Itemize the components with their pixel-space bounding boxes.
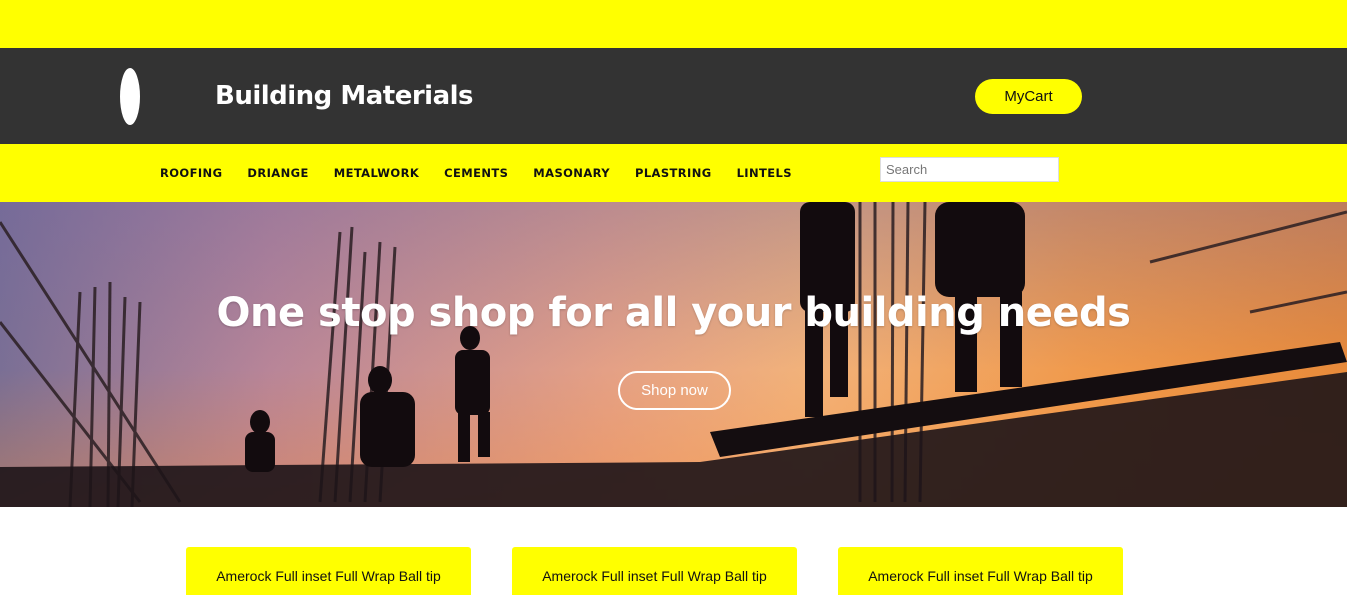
site-title[interactable]: Building Materials bbox=[215, 81, 474, 111]
shop-now-button[interactable]: Shop now bbox=[618, 371, 731, 410]
product-card[interactable]: Amerock Full inset Full Wrap Ball tip bbox=[512, 547, 797, 595]
nav-item-lintels[interactable]: LINTELS bbox=[737, 166, 792, 180]
hero-heading: One stop shop for all your building need… bbox=[216, 290, 1131, 336]
product-list: Amerock Full inset Full Wrap Ball tip Am… bbox=[0, 507, 1347, 595]
logo[interactable] bbox=[120, 68, 140, 125]
construction-silhouette-image bbox=[0, 202, 1347, 507]
nav-item-cements[interactable]: CEMENTS bbox=[444, 166, 508, 180]
nav-item-metalwork[interactable]: METALWORK bbox=[334, 166, 419, 180]
product-card[interactable]: Amerock Full inset Full Wrap Ball tip bbox=[186, 547, 471, 595]
product-card[interactable]: Amerock Full inset Full Wrap Ball tip bbox=[838, 547, 1123, 595]
nav-menu: ROOFING DRIANGE METALWORK CEMENTS MASONA… bbox=[160, 144, 817, 202]
nav-item-roofing[interactable]: ROOFING bbox=[160, 166, 222, 180]
nav-item-plastring[interactable]: PLASTRING bbox=[635, 166, 712, 180]
product-title[interactable]: Amerock Full inset Full Wrap Ball tip bbox=[186, 568, 471, 584]
product-title[interactable]: Amerock Full inset Full Wrap Ball tip bbox=[512, 568, 797, 584]
top-banner-strip bbox=[0, 0, 1347, 48]
hero-banner: One stop shop for all your building need… bbox=[0, 202, 1347, 507]
site-header: Building Materials MyCart bbox=[0, 48, 1347, 144]
nav-item-masonary[interactable]: MASONARY bbox=[533, 166, 610, 180]
nav-item-driange[interactable]: DRIANGE bbox=[247, 166, 308, 180]
product-title[interactable]: Amerock Full inset Full Wrap Ball tip bbox=[838, 568, 1123, 584]
category-nav: ROOFING DRIANGE METALWORK CEMENTS MASONA… bbox=[0, 144, 1347, 202]
my-cart-button[interactable]: MyCart bbox=[975, 79, 1082, 114]
search-input[interactable] bbox=[880, 157, 1059, 182]
